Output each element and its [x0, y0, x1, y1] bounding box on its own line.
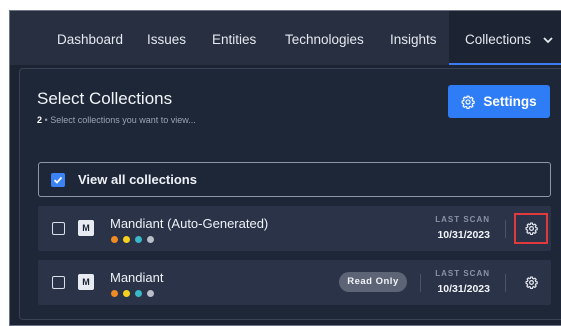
- app-window: Dashboard Issues Entities Technologies I…: [9, 10, 561, 326]
- status-dots: [111, 290, 154, 297]
- last-scan-date: 10/31/2023: [437, 229, 490, 241]
- selection-summary: 2 • Select collections you want to view.…: [37, 115, 196, 125]
- status-dots: [111, 236, 154, 243]
- view-all-checkbox[interactable]: [51, 173, 65, 187]
- gear-icon: [524, 276, 538, 289]
- chevron-down-icon: [543, 37, 553, 44]
- divider: [505, 274, 506, 292]
- nav-insights[interactable]: Insights: [390, 11, 437, 65]
- status-dot-orange: [111, 236, 118, 243]
- nav-issues[interactable]: Issues: [147, 11, 186, 65]
- read-only-badge: Read Only: [339, 272, 407, 292]
- collection-settings-button[interactable]: [514, 213, 548, 244]
- collection-badge: M: [78, 220, 94, 236]
- collection-checkbox[interactable]: [52, 276, 65, 289]
- status-dot-yellow: [123, 236, 130, 243]
- last-scan-date: 10/31/2023: [437, 283, 490, 295]
- status-dot-gray: [147, 236, 154, 243]
- gear-icon: [461, 95, 476, 109]
- settings-button[interactable]: Settings: [448, 85, 550, 118]
- page-title: Select Collections: [37, 89, 173, 108]
- status-dot-teal: [135, 236, 142, 243]
- gear-icon: [524, 222, 538, 235]
- status-dot-gray: [147, 290, 154, 297]
- selected-count: 2: [37, 115, 43, 125]
- view-all-label: View all collections: [78, 172, 197, 187]
- top-nav: Dashboard Issues Entities Technologies I…: [10, 11, 561, 65]
- collection-row[interactable]: M Mandiant (Auto-Generated) LAST SCAN 10…: [38, 206, 551, 251]
- subtitle-text: Select collections you want to view...: [50, 115, 196, 125]
- last-scan-label: LAST SCAN: [435, 215, 490, 224]
- status-dot-orange: [111, 290, 118, 297]
- nav-technologies[interactable]: Technologies: [285, 11, 364, 65]
- collection-badge: M: [78, 274, 94, 290]
- select-collections-panel: Select Collections 2 • Select collection…: [19, 68, 561, 320]
- status-dot-yellow: [123, 290, 130, 297]
- collection-name: Mandiant: [110, 270, 164, 285]
- last-scan-label: LAST SCAN: [435, 269, 490, 278]
- nav-dashboard[interactable]: Dashboard: [57, 11, 123, 65]
- collection-row[interactable]: M Mandiant Read Only LAST SCAN 10/31/202…: [38, 260, 551, 305]
- status-dot-teal: [135, 290, 142, 297]
- nav-entities[interactable]: Entities: [212, 11, 256, 65]
- view-all-collections-toggle[interactable]: View all collections: [38, 162, 551, 197]
- divider: [420, 274, 421, 292]
- collection-settings-button[interactable]: [514, 267, 548, 298]
- collection-name: Mandiant (Auto-Generated): [110, 216, 269, 231]
- checkmark-icon: [53, 176, 63, 184]
- divider: [505, 220, 506, 238]
- collection-checkbox[interactable]: [52, 222, 65, 235]
- nav-collections-label: Collections: [465, 32, 532, 47]
- nav-collections[interactable]: Collections: [449, 11, 561, 65]
- settings-button-label: Settings: [483, 94, 537, 109]
